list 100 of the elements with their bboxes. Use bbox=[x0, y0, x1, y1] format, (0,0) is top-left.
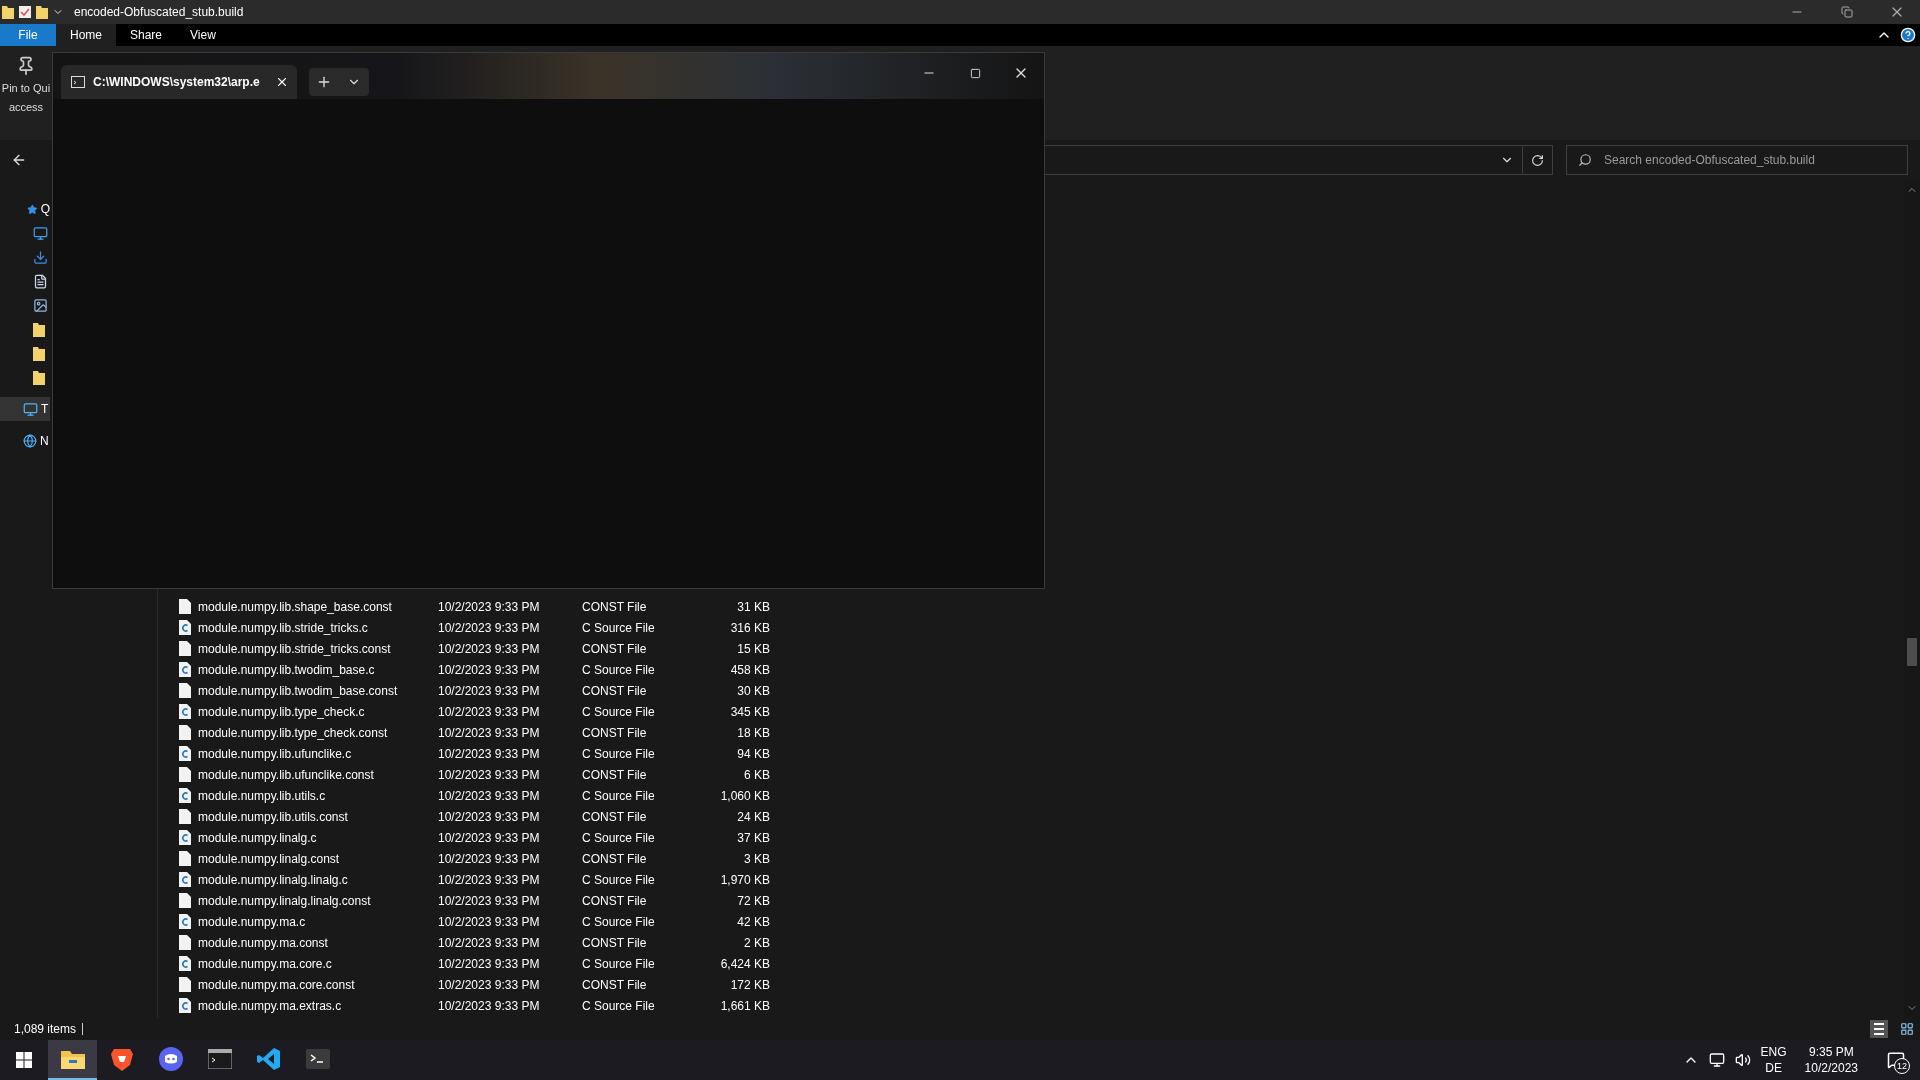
file-icon bbox=[179, 641, 191, 656]
date-cell-text: 10/2/2023 9:33 PM bbox=[438, 935, 541, 950]
ribbon-tab[interactable]: Share bbox=[116, 24, 177, 46]
c-file-icon bbox=[179, 998, 191, 1013]
folder-icon[interactable] bbox=[36, 5, 48, 19]
grid-icon bbox=[1900, 1022, 1914, 1036]
file-name[interactable]: module.numpy.ma.c bbox=[158, 914, 438, 929]
network-icon[interactable] bbox=[1708, 1052, 1725, 1068]
file-name[interactable]: module.numpy.lib.ufunclike.c bbox=[158, 746, 438, 761]
file-name[interactable]: module.numpy.ma.core.c bbox=[158, 956, 438, 971]
size-cell-text: 3 KB bbox=[743, 851, 770, 866]
type-cell-text: CONST File bbox=[582, 599, 648, 614]
file-name[interactable]: module.numpy.lib.utils.const bbox=[158, 809, 438, 824]
file-icon bbox=[179, 809, 191, 824]
size-cell-text: 30 KB bbox=[736, 683, 770, 698]
date-cell-text: 10/2/2023 9:33 PM bbox=[438, 977, 541, 992]
c-file-icon bbox=[179, 830, 191, 845]
terminal-tab[interactable]: C:\WINDOWS\system32\arp.e bbox=[61, 65, 297, 99]
file-name[interactable]: module.numpy.ma.extras.c bbox=[158, 998, 438, 1013]
size-cell-text: 1,661 KB bbox=[719, 998, 770, 1013]
file-name[interactable]: module.numpy.lib.ufunclike.const bbox=[158, 767, 438, 782]
restore-icon bbox=[1841, 6, 1853, 18]
type-cell-text: C Source File bbox=[582, 746, 656, 761]
c-file-icon bbox=[179, 704, 191, 719]
type-cell-text: CONST File bbox=[582, 725, 648, 740]
date-cell-text: 10/2/2023 9:33 PM bbox=[438, 956, 541, 971]
clock[interactable]: 9:35 PM 10/2/2023 bbox=[1796, 1044, 1866, 1076]
console-icon bbox=[207, 1049, 232, 1069]
tiles-view-button[interactable] bbox=[1898, 1020, 1916, 1038]
nav-item[interactable]: T bbox=[0, 397, 50, 421]
size-cell-text: 24 KB bbox=[736, 809, 770, 824]
language-indicator[interactable]: ENG DE bbox=[1760, 1044, 1787, 1076]
file-name[interactable]: module.numpy.lib.twodim_base.c bbox=[158, 662, 438, 677]
c-file-icon bbox=[179, 620, 191, 635]
date-cell-text: 10/2/2023 9:33 PM bbox=[438, 620, 541, 635]
date-cell-text: 10/2/2023 9:33 PM bbox=[438, 872, 541, 887]
type-cell-text: C Source File bbox=[582, 704, 656, 719]
notification-button[interactable]: 12 bbox=[1876, 1040, 1916, 1080]
file-name[interactable]: module.numpy.lib.type_check.const bbox=[158, 725, 438, 740]
speaker-icon[interactable] bbox=[1734, 1052, 1751, 1068]
c-file-icon bbox=[179, 872, 191, 887]
file-name[interactable]: module.numpy.lib.type_check.c bbox=[158, 704, 438, 719]
file-icon bbox=[179, 893, 191, 908]
size-cell-text: 1,060 KB bbox=[719, 788, 770, 803]
file-icon bbox=[179, 935, 191, 950]
type-cell-text: C Source File bbox=[582, 998, 656, 1013]
file-name[interactable]: module.numpy.lib.stride_tricks.const bbox=[158, 641, 438, 656]
search-field[interactable]: Search encoded-Obfuscated_stub.build bbox=[1566, 145, 1908, 175]
date-cell-text: 10/2/2023 9:33 PM bbox=[438, 788, 541, 803]
nav-item[interactable]: N bbox=[0, 429, 50, 453]
maximize-icon bbox=[969, 67, 981, 79]
plus-icon bbox=[316, 74, 332, 90]
file-icon bbox=[179, 725, 191, 740]
ribbon-tab[interactable]: File bbox=[0, 24, 56, 46]
window-title: encoded-Obfuscated_stub.build bbox=[74, 5, 244, 19]
taskbar-app[interactable] bbox=[48, 1040, 97, 1080]
date-cell-text: 10/2/2023 9:33 PM bbox=[438, 641, 541, 656]
list-icon bbox=[1874, 1023, 1884, 1035]
computer-icon bbox=[23, 401, 38, 417]
folder-icon bbox=[60, 1049, 85, 1069]
refresh-icon bbox=[1531, 153, 1544, 167]
size-cell-text: 316 KB bbox=[729, 620, 770, 635]
c-file-icon bbox=[179, 788, 191, 803]
date-cell-text: 10/2/2023 9:33 PM bbox=[438, 725, 541, 740]
details-view-button[interactable] bbox=[1870, 1020, 1888, 1038]
file-icon bbox=[179, 977, 191, 992]
file-name[interactable]: module.numpy.linalg.linalg.c bbox=[158, 872, 438, 887]
type-cell-text: CONST File bbox=[582, 977, 648, 992]
date-cell-text: 10/2/2023 9:33 PM bbox=[438, 767, 541, 782]
properties-icon[interactable] bbox=[18, 5, 32, 19]
nav-item[interactable]: Q bbox=[0, 197, 50, 221]
file-name[interactable]: module.numpy.lib.utils.c bbox=[158, 788, 438, 803]
file-name[interactable]: module.numpy.lib.stride_tricks.c bbox=[158, 620, 438, 635]
file-name[interactable]: module.numpy.ma.const bbox=[158, 935, 438, 950]
c-file-icon bbox=[179, 956, 191, 971]
help-icon[interactable] bbox=[1900, 27, 1916, 43]
date-cell-text: 10/2/2023 9:33 PM bbox=[438, 893, 541, 908]
date-cell-text: 10/2/2023 9:33 PM bbox=[438, 662, 541, 677]
date-cell-text: 10/2/2023 9:33 PM bbox=[438, 683, 541, 698]
file-name[interactable]: module.numpy.lib.twodim_base.const bbox=[158, 683, 438, 698]
type-cell-text: CONST File bbox=[582, 641, 648, 656]
close-tab-icon[interactable] bbox=[275, 75, 289, 89]
download-icon bbox=[33, 249, 48, 265]
ribbon-tab[interactable]: View bbox=[176, 24, 230, 46]
file-name[interactable]: module.numpy.linalg.const bbox=[158, 851, 438, 866]
file-icon bbox=[179, 599, 191, 614]
pin-button[interactable]: Pin to Qui access bbox=[1, 56, 51, 140]
file-name[interactable]: module.numpy.ma.core.const bbox=[158, 977, 438, 992]
file-icon bbox=[179, 767, 191, 782]
ribbon-tab[interactable]: Home bbox=[56, 24, 116, 46]
file-name[interactable]: module.numpy.lib.shape_base.const bbox=[158, 599, 438, 614]
type-cell-text: CONST File bbox=[582, 767, 648, 782]
file-name[interactable]: module.numpy.linalg.linalg.const bbox=[158, 893, 438, 908]
lion-icon bbox=[110, 1047, 133, 1071]
type-cell-text: C Source File bbox=[582, 956, 656, 971]
folder-icon bbox=[33, 321, 45, 337]
file-name[interactable]: module.numpy.linalg.c bbox=[158, 830, 438, 845]
document-icon bbox=[33, 273, 48, 289]
c-file-icon bbox=[179, 662, 191, 677]
scrollbar-thumb[interactable] bbox=[1907, 638, 1917, 666]
